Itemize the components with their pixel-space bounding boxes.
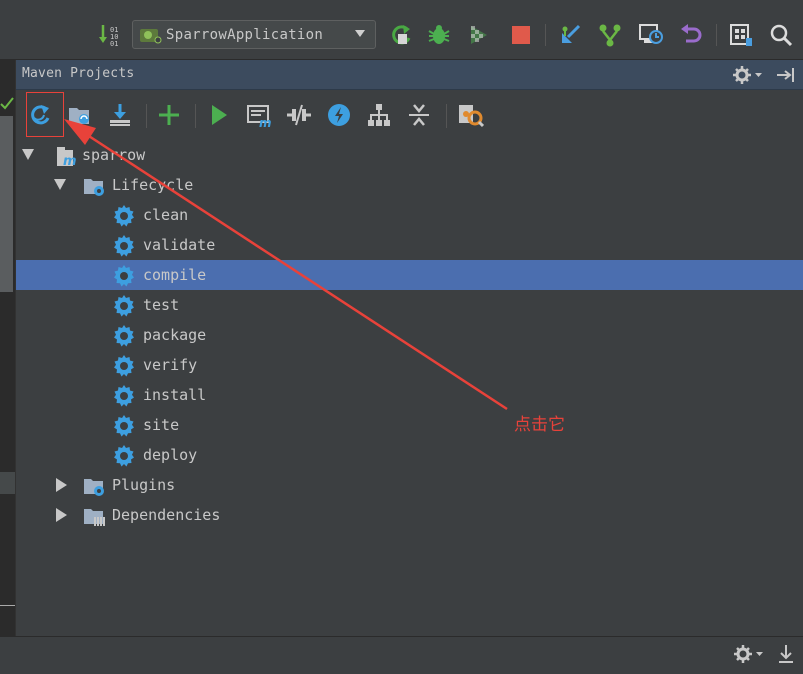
panel-title: Maven Projects — [22, 66, 135, 81]
spring-boot-icon — [138, 25, 164, 45]
lifecycle-goal-gear-icon — [112, 444, 136, 468]
run-configuration-label: SparrowApplication — [166, 26, 324, 43]
coverage-icon[interactable] — [466, 22, 492, 48]
debug-icon[interactable] — [426, 22, 452, 48]
tree-item-goal-verify[interactable]: verify — [16, 350, 803, 380]
annotation-label: 点击它 — [514, 415, 565, 435]
gear-icon[interactable] — [733, 643, 767, 665]
settings-icon[interactable] — [456, 101, 484, 129]
status-bar — [0, 636, 803, 674]
tree-item-goal-test[interactable]: test — [16, 290, 803, 320]
maven-panel-header: Maven Projects — [16, 60, 803, 90]
editor-gutter — [0, 60, 16, 640]
maven-toolbar: m — [16, 90, 803, 140]
svg-text:m: m — [259, 116, 272, 129]
maven-project-icon: m — [54, 144, 78, 168]
expand-arrow-icon[interactable] — [54, 179, 66, 190]
chevron-down-icon — [355, 30, 365, 37]
generate-sources-icon[interactable] — [66, 101, 94, 129]
run-goal-icon[interactable] — [205, 101, 233, 129]
vcs-compare-icon[interactable] — [638, 22, 664, 48]
rerun-icon[interactable] — [388, 22, 414, 48]
tree-item-goal-deploy[interactable]: deploy — [16, 440, 803, 470]
tree-item-goal-install[interactable]: install — [16, 380, 803, 410]
expand-arrow-icon[interactable] — [22, 149, 34, 160]
tree-label: package — [143, 326, 207, 344]
svg-text:m: m — [63, 154, 77, 168]
tree-label: compile — [143, 266, 207, 284]
show-dependencies-icon[interactable] — [365, 101, 393, 129]
stop-icon[interactable] — [508, 22, 534, 48]
vcs-update-icon[interactable] — [557, 22, 583, 48]
tree-label: install — [143, 386, 207, 404]
lifecycle-goal-gear-icon — [112, 234, 136, 258]
hide-panel-icon[interactable] — [775, 65, 797, 85]
vcs-commit-icon[interactable] — [597, 22, 623, 48]
lifecycle-goal-gear-icon — [112, 204, 136, 228]
download-icon[interactable] — [106, 101, 134, 129]
tree-item-project[interactable]: m sparrow — [16, 140, 803, 170]
dependencies-folder-icon — [82, 504, 106, 528]
lifecycle-goal-gear-icon — [112, 384, 136, 408]
skip-tests-icon[interactable] — [325, 101, 353, 129]
reimport-highlight-box — [26, 92, 64, 137]
tree-label: Dependencies — [112, 506, 221, 524]
svg-text:01: 01 — [110, 40, 118, 48]
collapse-all-icon[interactable] — [405, 101, 433, 129]
check-icon — [0, 97, 14, 110]
editor-scrollbar[interactable] — [0, 116, 13, 292]
gear-icon[interactable] — [732, 65, 766, 85]
execute-goal-icon[interactable]: m — [245, 101, 273, 129]
tree-item-goal-site[interactable]: site — [16, 410, 803, 440]
lifecycle-goal-gear-icon — [112, 354, 136, 378]
add-icon[interactable] — [155, 101, 183, 129]
tree-label: Lifecycle — [112, 176, 194, 194]
lifecycle-goal-gear-icon — [112, 264, 136, 288]
maven-project-tree: m sparrow Lifecycle clean validate compile… — [16, 140, 803, 635]
tree-item-goal-package[interactable]: package — [16, 320, 803, 350]
plugins-folder-icon — [82, 474, 106, 498]
tree-label: clean — [143, 206, 189, 224]
vcs-revert-icon[interactable] — [678, 22, 704, 48]
tree-item-plugins[interactable]: Plugins — [16, 470, 803, 500]
tree-item-goal-validate[interactable]: validate — [16, 230, 803, 260]
lifecycle-goal-gear-icon — [112, 324, 136, 348]
tree-item-lifecycle[interactable]: Lifecycle — [16, 170, 803, 200]
project-structure-icon[interactable] — [728, 22, 754, 48]
build-sort-icon[interactable]: 01 10 01 — [97, 22, 123, 48]
download-icon[interactable] — [776, 643, 796, 665]
main-toolbar: 01 10 01 SparrowApplication — [0, 0, 803, 60]
lifecycle-folder-icon — [82, 174, 106, 198]
tree-item-goal-clean[interactable]: clean — [16, 200, 803, 230]
toggle-offline-icon[interactable] — [285, 101, 313, 129]
tree-label: sparrow — [82, 146, 146, 164]
tree-item-dependencies[interactable]: Dependencies — [16, 500, 803, 530]
run-configuration-select[interactable]: SparrowApplication — [132, 20, 376, 49]
tree-label: verify — [143, 356, 198, 374]
tree-label: deploy — [143, 446, 198, 464]
tree-item-goal-compile[interactable]: compile — [16, 260, 803, 290]
search-icon[interactable] — [768, 22, 794, 48]
tree-label: test — [143, 296, 180, 314]
expand-arrow-icon[interactable] — [56, 478, 67, 492]
lifecycle-goal-gear-icon — [112, 414, 136, 438]
lifecycle-goal-gear-icon — [112, 294, 136, 318]
tree-label: site — [143, 416, 180, 434]
tree-label: Plugins — [112, 476, 176, 494]
expand-arrow-icon[interactable] — [56, 508, 67, 522]
tree-label: validate — [143, 236, 216, 254]
